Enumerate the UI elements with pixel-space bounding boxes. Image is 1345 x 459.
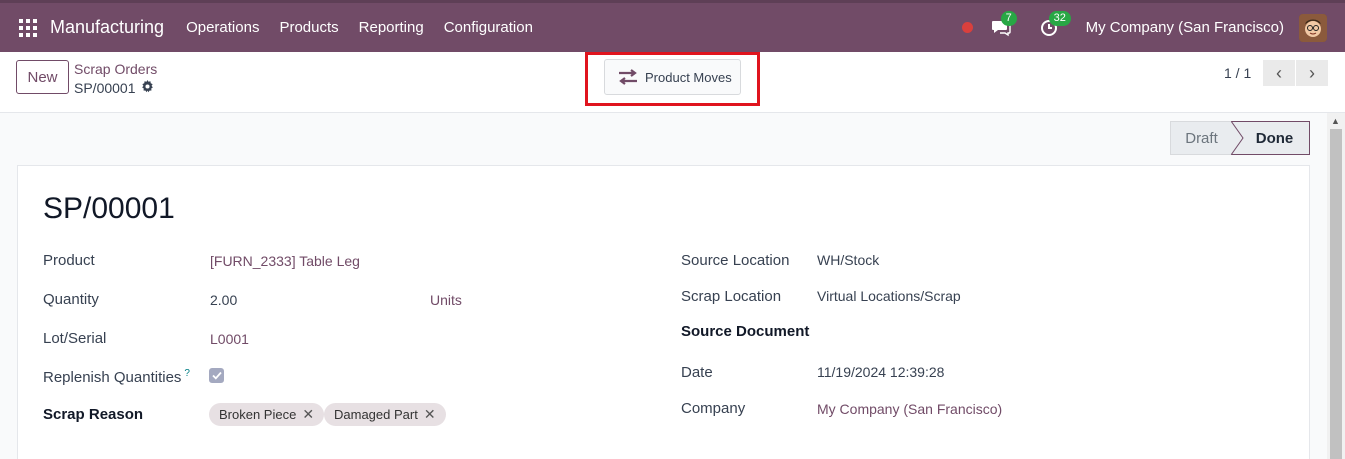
top-navbar: Manufacturing Operations Products Report… [0,0,1345,52]
replenish-label-text: Replenish Quantities [43,369,182,386]
quantity-field[interactable]: 2.00 [210,292,237,308]
status-done-label: Done [1255,129,1294,147]
lot-serial-field[interactable]: L0001 [210,331,249,347]
date-label: Date [681,364,713,381]
remove-x-icon[interactable]: ✕ [424,406,436,423]
breadcrumb-current: SP/00001 [74,80,154,96]
replenish-label: Replenish Quantities? [43,368,190,386]
tag-damaged-part: Damaged Part ✕ [324,403,446,426]
tag-label: Broken Piece [219,407,297,422]
replenish-checkbox[interactable] [209,368,224,383]
tag-broken-piece: Broken Piece ✕ [209,403,325,426]
quantity-label: Quantity [43,291,99,308]
apps-grid-icon[interactable] [19,18,37,37]
help-icon[interactable]: ? [184,368,190,379]
record-title: SP/00001 [43,192,175,225]
date-field[interactable]: 11/19/2024 12:39:28 [817,364,944,380]
pager-value[interactable]: 1 / 1 [1224,65,1251,81]
breadcrumb-scrap-orders[interactable]: Scrap Orders [74,61,157,77]
menu-reporting[interactable]: Reporting [359,19,424,36]
pager-prev-button[interactable]: ‹ [1263,60,1295,86]
messages-badge: 7 [1000,10,1017,26]
status-arrow-icon [1231,121,1244,155]
chat-icon[interactable]: 7 [990,10,1017,39]
transfer-arrows-icon [619,69,637,85]
navbar-systray: 7 32 My Company (San Francisco) [961,3,1345,52]
scroll-up-icon[interactable]: ▲ [1331,116,1340,126]
company-switcher[interactable]: My Company (San Francisco) [1086,19,1284,36]
menu-operations[interactable]: Operations [186,19,259,36]
pager-next-button[interactable]: › [1296,60,1328,86]
scrap-reason-label: Scrap Reason [43,406,144,423]
check-icon [211,371,222,380]
chevron-left-icon: ‹ [1276,62,1282,83]
user-avatar[interactable] [1299,13,1327,42]
product-moves-button[interactable]: Product Moves [604,59,741,95]
scrap-location-field[interactable]: Virtual Locations/Scrap [817,288,961,304]
status-draft[interactable]: Draft [1170,121,1232,155]
source-location-field[interactable]: WH/Stock [817,252,879,268]
chevron-right-icon: › [1309,62,1315,83]
status-done[interactable]: Done [1231,121,1310,155]
remove-x-icon[interactable]: ✕ [302,406,314,423]
source-document-label: Source Document [681,323,810,340]
product-label: Product [43,252,95,269]
company-label: Company [681,400,746,417]
record-dot-icon[interactable] [961,22,973,33]
gear-icon[interactable] [141,80,154,96]
scrap-location-label: Scrap Location [681,288,782,305]
menu-configuration[interactable]: Configuration [444,19,533,36]
uom-field[interactable]: Units [430,292,462,308]
menu-products[interactable]: Products [279,19,338,36]
activity-clock-icon[interactable]: 32 [1038,10,1071,39]
product-field[interactable]: [FURN_2333] Table Leg [210,253,360,269]
app-name[interactable]: Manufacturing [50,17,164,38]
source-location-label: Source Location [681,252,790,269]
control-panel: New Scrap Orders SP/00001 Product Moves … [0,52,1345,113]
status-bar: Draft Done [1170,121,1310,155]
company-field[interactable]: My Company (San Francisco) [817,401,1002,417]
breadcrumb-current-label: SP/00001 [74,80,136,96]
new-button[interactable]: New [16,60,69,94]
tag-label: Damaged Part [334,407,418,422]
activities-badge: 32 [1048,10,1071,26]
scrollbar-thumb[interactable] [1330,129,1342,459]
product-moves-label: Product Moves [645,69,732,85]
lot-serial-label: Lot/Serial [43,330,107,347]
